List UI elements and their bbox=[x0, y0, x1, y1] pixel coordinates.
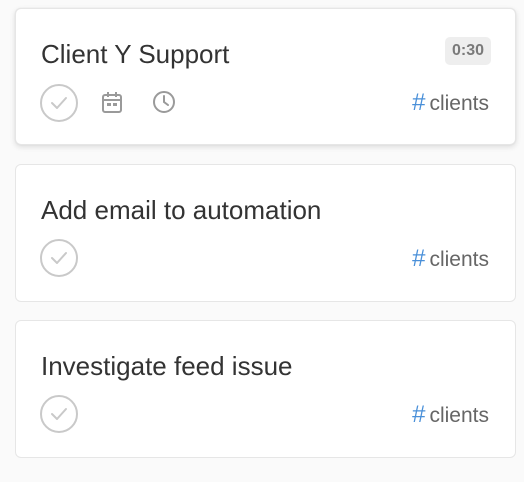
tag-text: clients bbox=[429, 404, 489, 427]
check-circle-icon[interactable] bbox=[40, 239, 78, 277]
tag-text: clients bbox=[429, 92, 489, 115]
task-card[interactable]: Investigate feed issue # clients bbox=[15, 320, 516, 458]
task-card[interactable]: Add email to automation # clients bbox=[15, 164, 516, 302]
clock-icon[interactable] bbox=[152, 90, 176, 119]
hashtag-icon: # bbox=[412, 401, 426, 428]
tag-label[interactable]: # clients bbox=[412, 401, 489, 429]
task-card[interactable]: Client Y Support 0:30 # clients bbox=[15, 8, 516, 145]
check-circle-icon[interactable] bbox=[40, 84, 78, 122]
check-circle-icon[interactable] bbox=[40, 395, 78, 433]
tag-label[interactable]: # clients bbox=[412, 245, 489, 273]
tag-label[interactable]: # clients bbox=[412, 89, 489, 117]
hashtag-icon: # bbox=[412, 89, 426, 116]
tag-text: clients bbox=[429, 248, 489, 271]
task-title[interactable]: Investigate feed issue bbox=[41, 351, 293, 382]
task-title[interactable]: Client Y Support bbox=[41, 39, 229, 70]
hashtag-icon: # bbox=[412, 245, 426, 272]
task-title[interactable]: Add email to automation bbox=[41, 195, 321, 226]
timer-badge[interactable]: 0:30 bbox=[444, 37, 491, 65]
calendar-icon[interactable] bbox=[102, 91, 122, 118]
